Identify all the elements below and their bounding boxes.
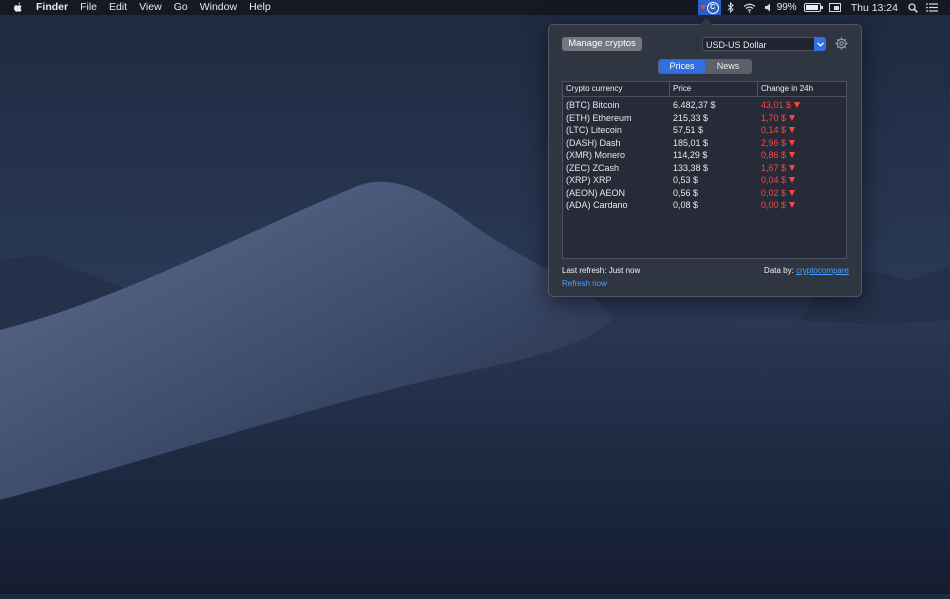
apple-icon[interactable] xyxy=(10,2,26,13)
column-header-crypto[interactable]: Crypto currency xyxy=(563,82,670,96)
data-by-label: Data by: xyxy=(764,266,794,275)
change-value: 43,01 $ xyxy=(761,100,792,110)
down-arrow-icon xyxy=(789,202,796,209)
crypto-name: (LTC) Litecoin xyxy=(566,125,622,135)
table-header: Crypto currency Price Change in 24h xyxy=(563,82,846,97)
crypto-name: (ZEC) ZCash xyxy=(566,162,620,173)
crypto-change: 0,04 $ xyxy=(758,174,846,187)
spotlight-search-icon[interactable] xyxy=(908,0,918,15)
crypto-change: 0,02 $ xyxy=(758,187,846,200)
screen-mirroring-icon[interactable] xyxy=(828,0,841,15)
prices-table: Crypto currency Price Change in 24h (BTC… xyxy=(562,81,847,259)
change-value: 1,67 $ xyxy=(761,162,787,173)
battery-icon[interactable] xyxy=(803,0,823,15)
crypto-popover: Manage cryptos USD-US Dollar Prices News… xyxy=(548,18,862,297)
crypto-change: 43,01 $ xyxy=(758,99,846,112)
crypto-price: 133,38 $ xyxy=(673,162,709,173)
change-value: 0,14 $ xyxy=(761,125,787,135)
change-value: 0,00 $ xyxy=(761,200,787,210)
table-row[interactable]: (ETH) Ethereum 215,33 $ 1,70 $ xyxy=(563,112,846,125)
crypto-price: 0,53 $ xyxy=(673,175,699,185)
table-row[interactable]: (AEON) AEON 0,56 $ 0,02 $ xyxy=(563,187,846,200)
change-value: 0,02 $ xyxy=(761,187,787,198)
down-arrow-icon xyxy=(789,139,796,146)
crypto-price: 215,33 $ xyxy=(673,112,709,123)
data-attribution: Data by: cryptocompare xyxy=(764,266,849,275)
column-header-price[interactable]: Price xyxy=(670,82,758,96)
crypto-price: 0,56 $ xyxy=(673,187,699,198)
down-arrow-icon xyxy=(789,127,796,134)
change-value: 1,70 $ xyxy=(761,112,787,123)
crypto-change: 0,86 $ xyxy=(758,149,846,162)
tab-bar: Prices News xyxy=(658,59,752,74)
crypto-price: 57,51 $ xyxy=(673,125,704,135)
menu-edit[interactable]: Edit xyxy=(103,0,133,15)
cryptocompare-link[interactable]: cryptocompare xyxy=(796,266,849,275)
crypto-change: 0,14 $ xyxy=(758,124,846,137)
crypto-price: 0,08 $ xyxy=(673,200,699,210)
bluetooth-icon[interactable] xyxy=(727,0,735,15)
table-row[interactable]: (XRP) XRP 0,53 $ 0,04 $ xyxy=(563,174,846,187)
manage-cryptos-button[interactable]: Manage cryptos xyxy=(562,37,642,51)
down-arrow-icon xyxy=(789,152,796,159)
down-arrow-icon xyxy=(789,189,796,196)
clock[interactable]: Thu 13:24 xyxy=(851,2,898,14)
table-row[interactable]: (XMR) Monero 114,29 $ 0,86 $ xyxy=(563,149,846,162)
change-value: 0,04 $ xyxy=(761,175,787,185)
crypto-price: 6.482,37 $ xyxy=(673,100,716,110)
last-refresh-label: Last refresh: Just now xyxy=(562,266,641,275)
menu-go[interactable]: Go xyxy=(168,0,194,15)
crypto-name: (DASH) Dash xyxy=(566,137,621,148)
crypto-change: 2,96 $ xyxy=(758,137,846,150)
currency-select[interactable]: USD-US Dollar xyxy=(702,37,826,51)
crypto-name: (XRP) XRP xyxy=(566,175,612,185)
table-body: (BTC) Bitcoin 6.482,37 $ 43,01 $ (ETH) E… xyxy=(563,97,846,212)
gear-icon[interactable] xyxy=(834,36,848,50)
currency-select-value: USD-US Dollar xyxy=(706,40,767,50)
refresh-now-link[interactable]: Refresh now xyxy=(562,279,607,288)
table-row[interactable]: (LTC) Litecoin 57,51 $ 0,14 $ xyxy=(563,124,846,137)
menu-bar: Finder File Edit View Go Window Help C 9… xyxy=(0,0,950,15)
crypto-c-icon: C xyxy=(706,1,719,14)
battery-percentage: 99% xyxy=(776,2,797,13)
notification-center-icon[interactable] xyxy=(926,0,938,15)
crypto-price: 185,01 $ xyxy=(673,137,709,148)
crypto-name: (ADA) Cardano xyxy=(566,200,628,210)
menu-file[interactable]: File xyxy=(74,0,103,15)
crypto-price: 114,29 $ xyxy=(673,150,708,160)
menu-help[interactable]: Help xyxy=(243,0,277,15)
wifi-icon[interactable] xyxy=(743,0,756,15)
table-row[interactable]: (DASH) Dash 185,01 $ 2,96 $ xyxy=(563,137,846,150)
crypto-change: 1,70 $ xyxy=(758,112,846,125)
table-row[interactable]: (BTC) Bitcoin 6.482,37 $ 43,01 $ xyxy=(563,99,846,112)
crypto-change: 1,67 $ xyxy=(758,162,846,175)
crypto-name: (BTC) Bitcoin xyxy=(566,100,620,110)
crypto-status-item[interactable]: C xyxy=(697,0,721,15)
table-row[interactable]: (ZEC) ZCash 133,38 $ 1,67 $ xyxy=(563,162,846,175)
menu-view[interactable]: View xyxy=(133,0,168,15)
tab-prices[interactable]: Prices xyxy=(659,60,705,73)
down-arrow-icon xyxy=(789,114,796,121)
crypto-name: (ETH) Ethereum xyxy=(566,112,632,123)
change-value: 0,86 $ xyxy=(761,150,787,160)
menu-app-finder[interactable]: Finder xyxy=(30,0,74,15)
chevron-down-icon xyxy=(814,37,826,51)
down-arrow-icon xyxy=(794,102,801,109)
down-arrow-icon xyxy=(699,5,706,10)
change-value: 2,96 $ xyxy=(761,137,787,148)
down-arrow-icon xyxy=(789,164,796,171)
down-arrow-icon xyxy=(789,177,796,184)
menu-window[interactable]: Window xyxy=(194,0,243,15)
crypto-name: (AEON) AEON xyxy=(566,187,626,198)
tab-news[interactable]: News xyxy=(705,60,751,73)
column-header-change[interactable]: Change in 24h xyxy=(758,82,846,96)
crypto-change: 0,00 $ xyxy=(758,199,846,212)
crypto-name: (XMR) Monero xyxy=(566,150,626,160)
volume-icon[interactable] xyxy=(764,0,773,15)
table-row[interactable]: (ADA) Cardano 0,08 $ 0,00 $ xyxy=(563,199,846,212)
